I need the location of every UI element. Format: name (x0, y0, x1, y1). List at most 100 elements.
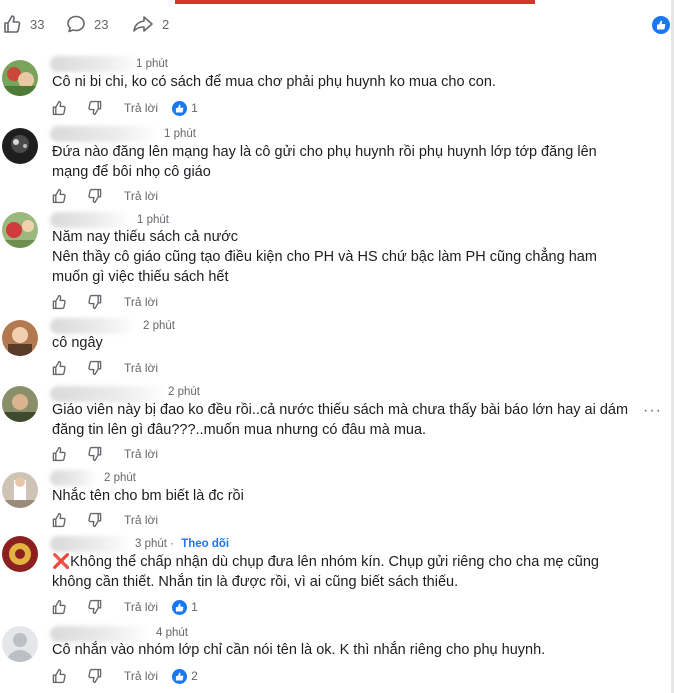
commenter-name[interactable] (50, 212, 130, 228)
like-reaction-icon (652, 16, 670, 34)
comment-text: Cô ni bi chi, ko có sách để mua chơ phải… (52, 72, 632, 92)
comment-actions: Trả lời 1 (50, 98, 198, 118)
reply-link[interactable]: Trả lời (124, 361, 158, 375)
comment-line: Nhắc tên cho bm biết là đc rồi (52, 488, 244, 504)
comment-line: Giáo viên này bị đao ko đều rồi..cả nước… (52, 402, 629, 418)
reply-link[interactable]: Trả lời (124, 447, 158, 461)
comment-time[interactable]: 1 phút (164, 128, 196, 140)
commenter-name[interactable] (50, 126, 160, 142)
dislike-icon[interactable] (86, 511, 104, 529)
like-badge-icon (172, 668, 188, 684)
commenter-name[interactable] (50, 318, 136, 334)
comment-text: Nhắc tên cho bm biết là đc rồi (52, 486, 632, 506)
comment-actions: Trả lời (50, 186, 172, 206)
comment-line: ❌Không thể chấp nhận dù chụp đưa lên nhó… (52, 552, 632, 572)
comment-time[interactable]: 2 phút (104, 472, 136, 484)
commenter-name[interactable] (50, 536, 130, 552)
like-icon (2, 14, 22, 34)
like-icon[interactable] (50, 359, 68, 377)
like-icon[interactable] (50, 511, 68, 529)
like-icon[interactable] (50, 293, 68, 311)
dislike-icon[interactable] (86, 359, 104, 377)
reply-link[interactable]: Trả lời (124, 101, 158, 115)
comment-line: Nên thầy cô giáo cũng tạo điều kiện cho … (52, 249, 597, 265)
avatar[interactable] (2, 626, 38, 662)
comment-count: 23 (94, 16, 109, 32)
dislike-icon[interactable] (86, 99, 104, 117)
avatar[interactable] (2, 128, 38, 164)
reply-link[interactable]: Trả lời (124, 513, 158, 527)
comment-line: Cô ni bi chi, ko có sách để mua chơ phải… (52, 74, 496, 90)
share-stat[interactable]: 2 (132, 14, 169, 34)
comment-text: Năm nay thiếu sách cả nước Nên thầy cô g… (52, 227, 632, 287)
reaction-count[interactable]: 1 (172, 100, 198, 116)
dislike-icon[interactable] (86, 598, 104, 616)
like-stat[interactable]: 33 (2, 14, 44, 34)
commenter-name[interactable] (50, 56, 142, 72)
avatar[interactable] (2, 320, 38, 356)
comment-line: Cô nhắn vào nhóm lớp chỉ cần nói tên là … (52, 642, 546, 658)
like-count: 33 (30, 16, 45, 32)
comment-icon (66, 14, 86, 34)
comment-line: muốn gì việc thiếu sách hết (52, 269, 229, 285)
like-icon[interactable] (50, 445, 68, 463)
like-icon[interactable] (50, 99, 68, 117)
like-icon[interactable] (50, 598, 68, 616)
reaction-count[interactable]: 2 (172, 668, 198, 684)
follow-link[interactable]: Theo dõi (181, 538, 229, 550)
comment-actions: Trả lời (50, 510, 172, 530)
like-badge-icon (172, 599, 188, 615)
avatar[interactable] (2, 536, 38, 572)
more-options-icon[interactable]: ··· (643, 402, 662, 420)
comment-line: không cần thiết. Nhắn tin là được rồi, v… (52, 574, 459, 590)
dislike-icon[interactable] (86, 445, 104, 463)
comment-actions: Trả lời (50, 444, 172, 464)
comment-time: 3 phút · Theo dõi (135, 538, 230, 550)
reply-link[interactable]: Trả lời (124, 669, 158, 683)
comment-actions: Trả lời 1 (50, 597, 198, 617)
commenter-name[interactable] (50, 470, 98, 486)
comment-actions: Trả lời (50, 292, 172, 312)
comment-time[interactable]: 1 phút (136, 58, 168, 70)
comment-time-value[interactable]: 3 phút (135, 538, 167, 550)
reply-link[interactable]: Trả lời (124, 295, 158, 309)
comment-line: Năm nay thiếu sách cả nước (52, 229, 239, 245)
post-stats-bar: 33 23 2 (0, 4, 674, 44)
comment-time[interactable]: 2 phút (168, 386, 200, 398)
avatar[interactable] (2, 212, 38, 248)
share-count: 2 (162, 16, 170, 32)
reaction-number: 2 (191, 669, 198, 683)
comment-line: đăng tin lên gì đâu???..muốn mua nhưng c… (52, 422, 427, 438)
comment-time[interactable]: 1 phút (137, 214, 169, 226)
like-icon[interactable] (50, 667, 68, 685)
reply-link[interactable]: Trả lời (124, 189, 158, 203)
comment-actions: Trả lời 2 (50, 666, 198, 686)
comment-time[interactable]: 2 phút (143, 320, 175, 332)
reaction-count[interactable]: 1 (172, 599, 198, 615)
like-icon[interactable] (50, 187, 68, 205)
comment-text: Cô nhắn vào nhóm lớp chỉ cần nói tên là … (52, 640, 632, 660)
reaction-number: 1 (191, 600, 198, 614)
share-icon (132, 14, 154, 34)
avatar[interactable] (2, 60, 38, 96)
comment-actions: Trả lời (50, 358, 172, 378)
comment-line: cô ngây (52, 335, 103, 351)
avatar[interactable] (2, 472, 38, 508)
comment-line: Đứa nào đăng lên mạng hay là cô gửi cho … (52, 144, 597, 160)
comment-text: Giáo viên này bị đao ko đều rồi..cả nước… (52, 400, 632, 440)
dislike-icon[interactable] (86, 667, 104, 685)
dislike-icon[interactable] (86, 187, 104, 205)
comment-text: cô ngây (52, 333, 632, 353)
dislike-icon[interactable] (86, 293, 104, 311)
comment-time[interactable]: 4 phút (156, 627, 188, 639)
avatar[interactable] (2, 386, 38, 422)
comment-line-text: Không thể chấp nhận dù chụp đưa lên nhóm… (70, 554, 599, 570)
cross-mark-icon: ❌ (52, 554, 71, 570)
reaction-number: 1 (191, 101, 198, 115)
comment-text: ❌Không thể chấp nhận dù chụp đưa lên nhó… (52, 552, 632, 592)
comment-stat[interactable]: 23 (66, 14, 108, 34)
like-badge-icon (172, 100, 188, 116)
reply-link[interactable]: Trả lời (124, 600, 158, 614)
comment-line: mạng để bôi nhọ cô giáo (52, 164, 211, 180)
comment-text: Đứa nào đăng lên mạng hay là cô gửi cho … (52, 142, 632, 182)
